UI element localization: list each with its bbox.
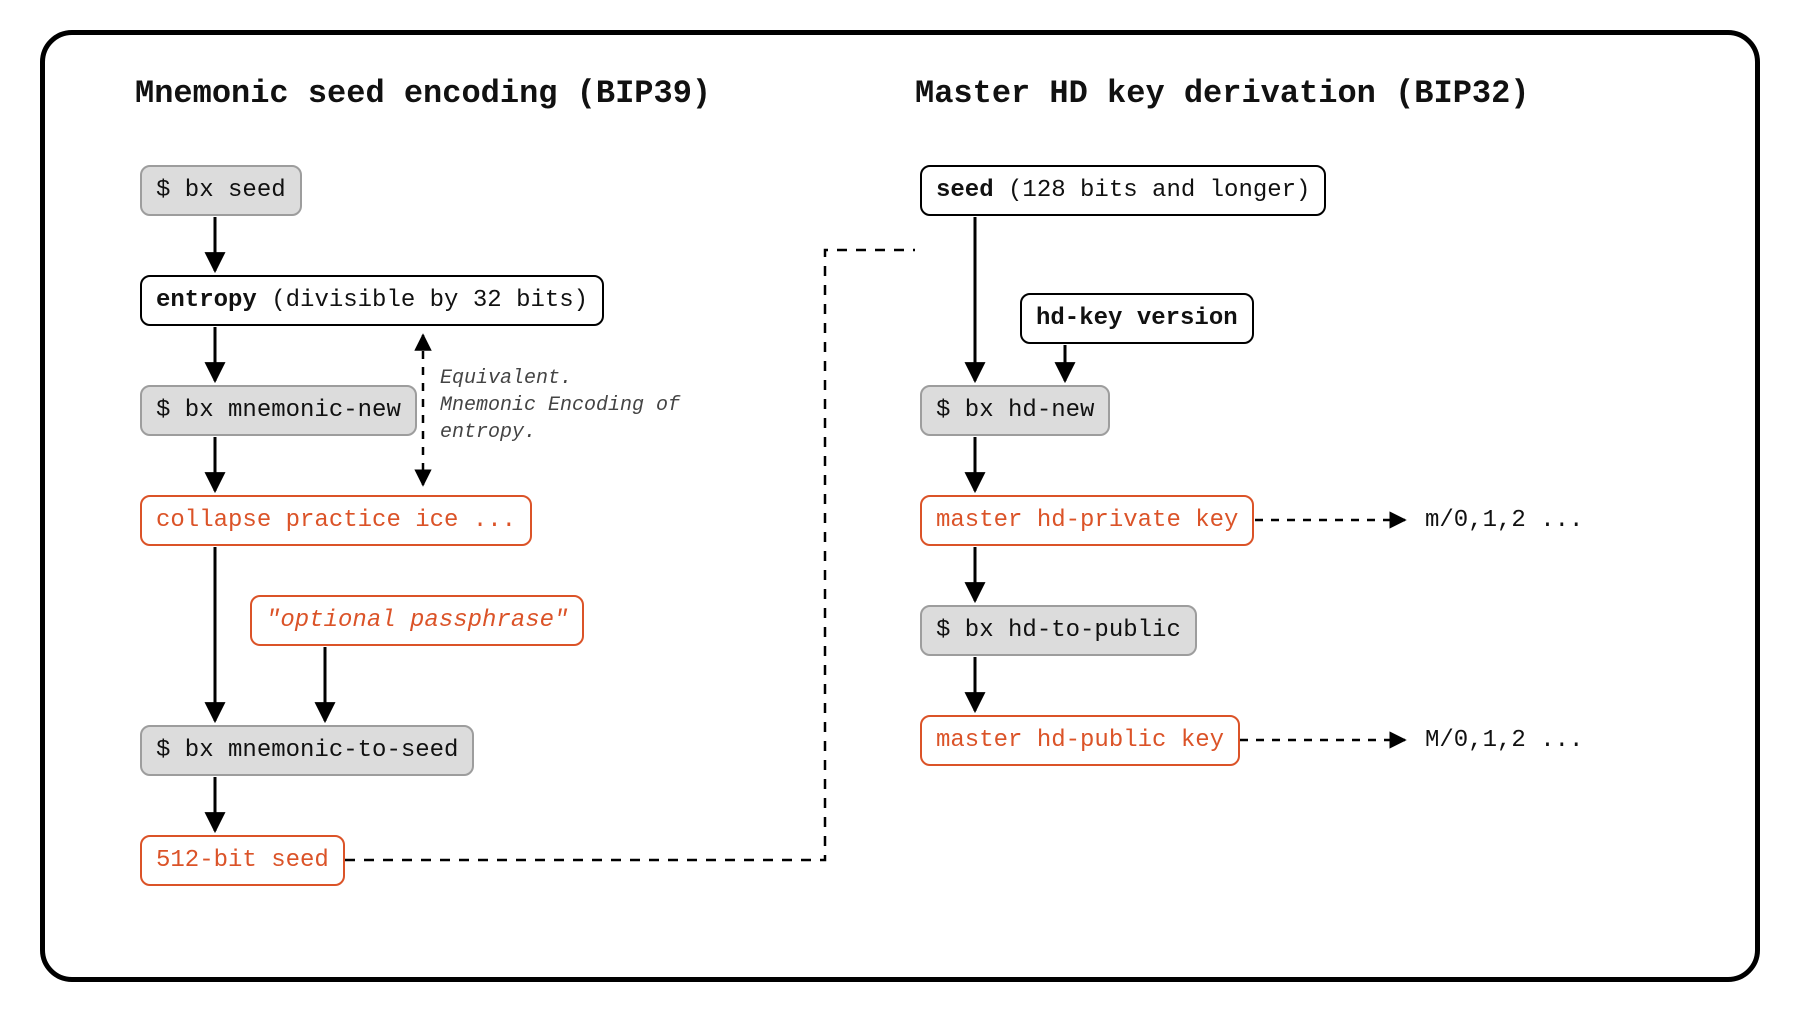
- diagram-frame: Mnemonic seed encoding (BIP39) Master HD…: [40, 30, 1760, 982]
- dashed-route-512seed-to-seed: [345, 250, 915, 860]
- connectors: [45, 35, 1755, 977]
